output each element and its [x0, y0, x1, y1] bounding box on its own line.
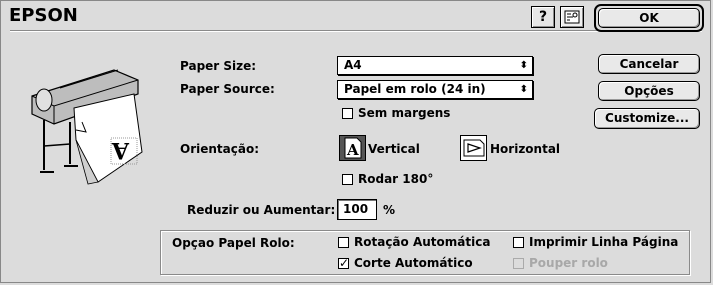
horizontal-label[interactable]: Horizontal: [490, 142, 560, 156]
auto-cut-checkbox[interactable]: ✓ Corte Automático: [338, 256, 473, 270]
updown-arrows-icon: ⬍: [519, 60, 528, 71]
brand-title: EPSON: [9, 5, 78, 26]
paper-size-value: A4: [344, 58, 362, 72]
save-roll-checkbox: Pouper rolo: [513, 256, 608, 270]
auto-rotate-box[interactable]: [338, 236, 349, 248]
auto-cut-label: Corte Automático: [354, 256, 473, 270]
paper-size-label: Paper Size:: [180, 59, 257, 73]
updown-arrows-icon: ⬍: [519, 84, 528, 95]
borderless-box[interactable]: [342, 107, 353, 119]
borderless-label: Sem margens: [358, 106, 451, 120]
save-roll-label: Pouper rolo: [529, 256, 608, 270]
landscape-orientation-icon: [463, 139, 484, 157]
auto-rotate-checkbox[interactable]: Rotação Automática: [338, 235, 490, 249]
vertical-label[interactable]: Vertical: [368, 142, 420, 156]
portrait-orientation-icon: A: [344, 137, 361, 159]
auto-rotate-label: Rotação Automática: [354, 235, 491, 249]
print-page-line-box[interactable]: [513, 236, 524, 248]
borderless-checkbox[interactable]: Sem margens: [342, 106, 450, 120]
rotate-180-checkbox[interactable]: Rodar 180°: [342, 172, 433, 186]
svg-text:A: A: [346, 141, 359, 159]
print-page-line-checkbox[interactable]: Imprimir Linha Página: [513, 235, 678, 249]
print-page-line-label: Imprimir Linha Página: [529, 235, 679, 249]
settings-button[interactable]: [560, 6, 584, 28]
rotate-180-label: Rodar 180°: [358, 172, 434, 186]
settings-icon: [564, 10, 580, 24]
paper-size-popup[interactable]: A4 ⬍: [337, 56, 533, 75]
help-button[interactable]: ?: [531, 6, 555, 28]
customize-button[interactable]: Customize...: [594, 108, 700, 129]
roll-options-label: Opçao Papel Rolo:: [172, 236, 295, 250]
rotate-180-box[interactable]: [342, 173, 353, 185]
landscape-orientation-button[interactable]: [460, 135, 487, 161]
orientation-label: Orientação:: [180, 142, 260, 156]
paper-source-value: Papel em rolo (24 in): [344, 82, 486, 96]
printer-illustration: A: [31, 69, 143, 185]
portrait-orientation-button[interactable]: A: [339, 135, 366, 161]
checkmark-icon: ✓: [339, 255, 350, 270]
options-button[interactable]: Opções: [598, 81, 700, 101]
ok-button[interactable]: OK: [598, 8, 700, 28]
scale-unit: %: [383, 203, 396, 217]
scale-label: Reduzir ou Aumentar:: [187, 203, 336, 217]
auto-cut-box[interactable]: ✓: [338, 255, 350, 270]
help-icon: ?: [538, 9, 548, 25]
paper-source-popup[interactable]: Papel em rolo (24 in) ⬍: [337, 80, 533, 99]
scale-input[interactable]: 100: [337, 199, 377, 220]
svg-text:A: A: [111, 137, 130, 163]
paper-source-label: Paper Source:: [180, 82, 275, 96]
cancel-button[interactable]: Cancelar: [598, 54, 700, 74]
save-roll-box: [513, 257, 524, 269]
